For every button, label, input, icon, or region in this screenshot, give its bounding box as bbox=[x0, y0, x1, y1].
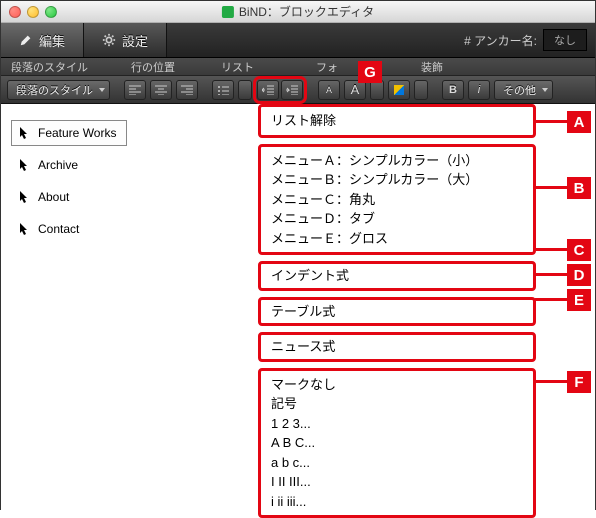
italic-button[interactable]: i bbox=[468, 80, 490, 100]
pointer-icon bbox=[16, 189, 32, 205]
other-dropdown[interactable]: その他 bbox=[494, 80, 553, 100]
main-tabbar: 編集 設定 # アンカー名: なし bbox=[1, 23, 595, 58]
para-style-dropdown[interactable]: 段落のスタイル bbox=[7, 80, 110, 100]
dd-menu-c[interactable]: メニューＣ：角丸 bbox=[271, 190, 523, 210]
dd-mark-none[interactable]: マークなし bbox=[271, 375, 523, 395]
titlebar: BiND：ブロックエディタ bbox=[1, 1, 595, 23]
group-line-pos: 行の位置 bbox=[131, 59, 221, 75]
callout-a: A bbox=[567, 111, 591, 133]
dd-news-item[interactable]: ニュース式 bbox=[271, 337, 523, 357]
page-nav-list: Feature Works Archive About Contact bbox=[11, 120, 127, 242]
zoom-window[interactable] bbox=[45, 6, 57, 18]
callout-b-line bbox=[535, 186, 567, 189]
align-center-button[interactable] bbox=[150, 80, 172, 100]
list-style-dropdown-panel: リスト解除 メニューＡ：シンプルカラー（小） メニューＢ：シンプルカラー（大） … bbox=[258, 104, 536, 518]
toolbar-group-labels: 段落のスタイル 行の位置 リスト フォ 装飾 bbox=[1, 58, 595, 76]
dd-mark-roman-lower[interactable]: i ii iii... bbox=[271, 492, 523, 512]
dd-news-box: ニュース式 bbox=[258, 332, 536, 362]
dd-menu-a[interactable]: メニューＡ：シンプルカラー（小） bbox=[271, 151, 523, 171]
align-right-button[interactable] bbox=[176, 80, 198, 100]
format-toolbar: 段落のスタイル A A B i その他 bbox=[1, 76, 595, 104]
group-para-style: 段落のスタイル bbox=[11, 59, 131, 75]
tab-settings-label: 設定 bbox=[122, 31, 148, 50]
pointer-icon bbox=[16, 125, 32, 141]
minimize-window[interactable] bbox=[27, 6, 39, 18]
dd-menu-box: メニューＡ：シンプルカラー（小） メニューＢ：シンプルカラー（大） メニューＣ：… bbox=[258, 144, 536, 256]
dd-table-box: テーブル式 bbox=[258, 297, 536, 327]
callout-d: D bbox=[567, 264, 591, 286]
nav-item-feature-works[interactable]: Feature Works bbox=[11, 120, 127, 146]
window-title-text: BiND：ブロックエディタ bbox=[239, 3, 374, 20]
dd-clear-item[interactable]: リスト解除 bbox=[271, 111, 523, 131]
callout-c: C bbox=[567, 239, 591, 261]
nav-item-label: Contact bbox=[38, 222, 79, 236]
callout-b: B bbox=[567, 177, 591, 199]
list-dropdown-button[interactable] bbox=[238, 80, 252, 100]
list-indent-group bbox=[256, 79, 304, 101]
dd-indent-box: インデント式 bbox=[258, 261, 536, 291]
callout-g: G bbox=[358, 61, 382, 83]
callout-a-line bbox=[535, 120, 567, 123]
dd-table-item[interactable]: テーブル式 bbox=[271, 302, 523, 322]
tab-edit-label: 編集 bbox=[39, 31, 65, 50]
dd-clear-box: リスト解除 bbox=[258, 104, 536, 138]
anchor-field: # アンカー名: なし bbox=[464, 23, 595, 57]
anchor-label: # アンカー名: bbox=[464, 32, 537, 49]
dd-mark-roman-upper[interactable]: I II III... bbox=[271, 472, 523, 492]
dd-menu-e[interactable]: メニューＥ：グロス bbox=[271, 229, 523, 249]
nav-item-label: Feature Works bbox=[38, 126, 116, 140]
window-title: BiND：ブロックエディタ bbox=[222, 3, 374, 20]
pointer-icon bbox=[16, 157, 32, 173]
dd-menu-b[interactable]: メニューＢ：シンプルカラー（大） bbox=[271, 170, 523, 190]
outdent-button[interactable] bbox=[257, 80, 279, 100]
dd-menu-d[interactable]: メニューＤ：タブ bbox=[271, 209, 523, 229]
callout-e-line bbox=[535, 298, 567, 301]
close-window[interactable] bbox=[9, 6, 21, 18]
group-decor: 装飾 bbox=[421, 59, 461, 75]
tab-settings[interactable]: 設定 bbox=[84, 23, 167, 57]
nav-item-label: About bbox=[38, 190, 69, 204]
tab-edit[interactable]: 編集 bbox=[1, 23, 84, 57]
editor-canvas: Feature Works Archive About Contact リスト解… bbox=[1, 104, 595, 511]
callout-f: F bbox=[567, 371, 591, 393]
dd-mark-123[interactable]: 1 2 3... bbox=[271, 414, 523, 434]
callout-f-line bbox=[535, 380, 567, 383]
callout-d-line bbox=[535, 273, 567, 276]
bold-button[interactable]: B bbox=[442, 80, 464, 100]
indent-button[interactable] bbox=[281, 80, 303, 100]
pointer-icon bbox=[16, 221, 32, 237]
font-color-dropdown[interactable] bbox=[414, 80, 428, 100]
list-bullets-button[interactable] bbox=[212, 80, 234, 100]
anchor-value[interactable]: なし bbox=[543, 29, 587, 51]
app-icon bbox=[222, 6, 234, 18]
callout-c-line bbox=[535, 248, 567, 251]
group-list: リスト bbox=[221, 59, 316, 75]
align-left-button[interactable] bbox=[124, 80, 146, 100]
window-controls bbox=[9, 6, 57, 18]
nav-item-about[interactable]: About bbox=[11, 184, 127, 210]
nav-item-label: Archive bbox=[38, 158, 78, 172]
callout-e: E bbox=[567, 289, 591, 311]
dd-indent-item[interactable]: インデント式 bbox=[271, 266, 523, 286]
gear-icon bbox=[102, 33, 116, 47]
dd-mark-symbol[interactable]: 記号 bbox=[271, 394, 523, 414]
font-size-small-button[interactable]: A bbox=[318, 80, 340, 100]
font-color-button[interactable] bbox=[388, 80, 410, 100]
dd-marks-box: マークなし 記号 1 2 3... A B C... a b c... I II… bbox=[258, 368, 536, 518]
pencil-icon bbox=[19, 33, 33, 47]
dd-mark-abc-upper[interactable]: A B C... bbox=[271, 433, 523, 453]
nav-item-contact[interactable]: Contact bbox=[11, 216, 127, 242]
dd-mark-abc-lower[interactable]: a b c... bbox=[271, 453, 523, 473]
nav-item-archive[interactable]: Archive bbox=[11, 152, 127, 178]
